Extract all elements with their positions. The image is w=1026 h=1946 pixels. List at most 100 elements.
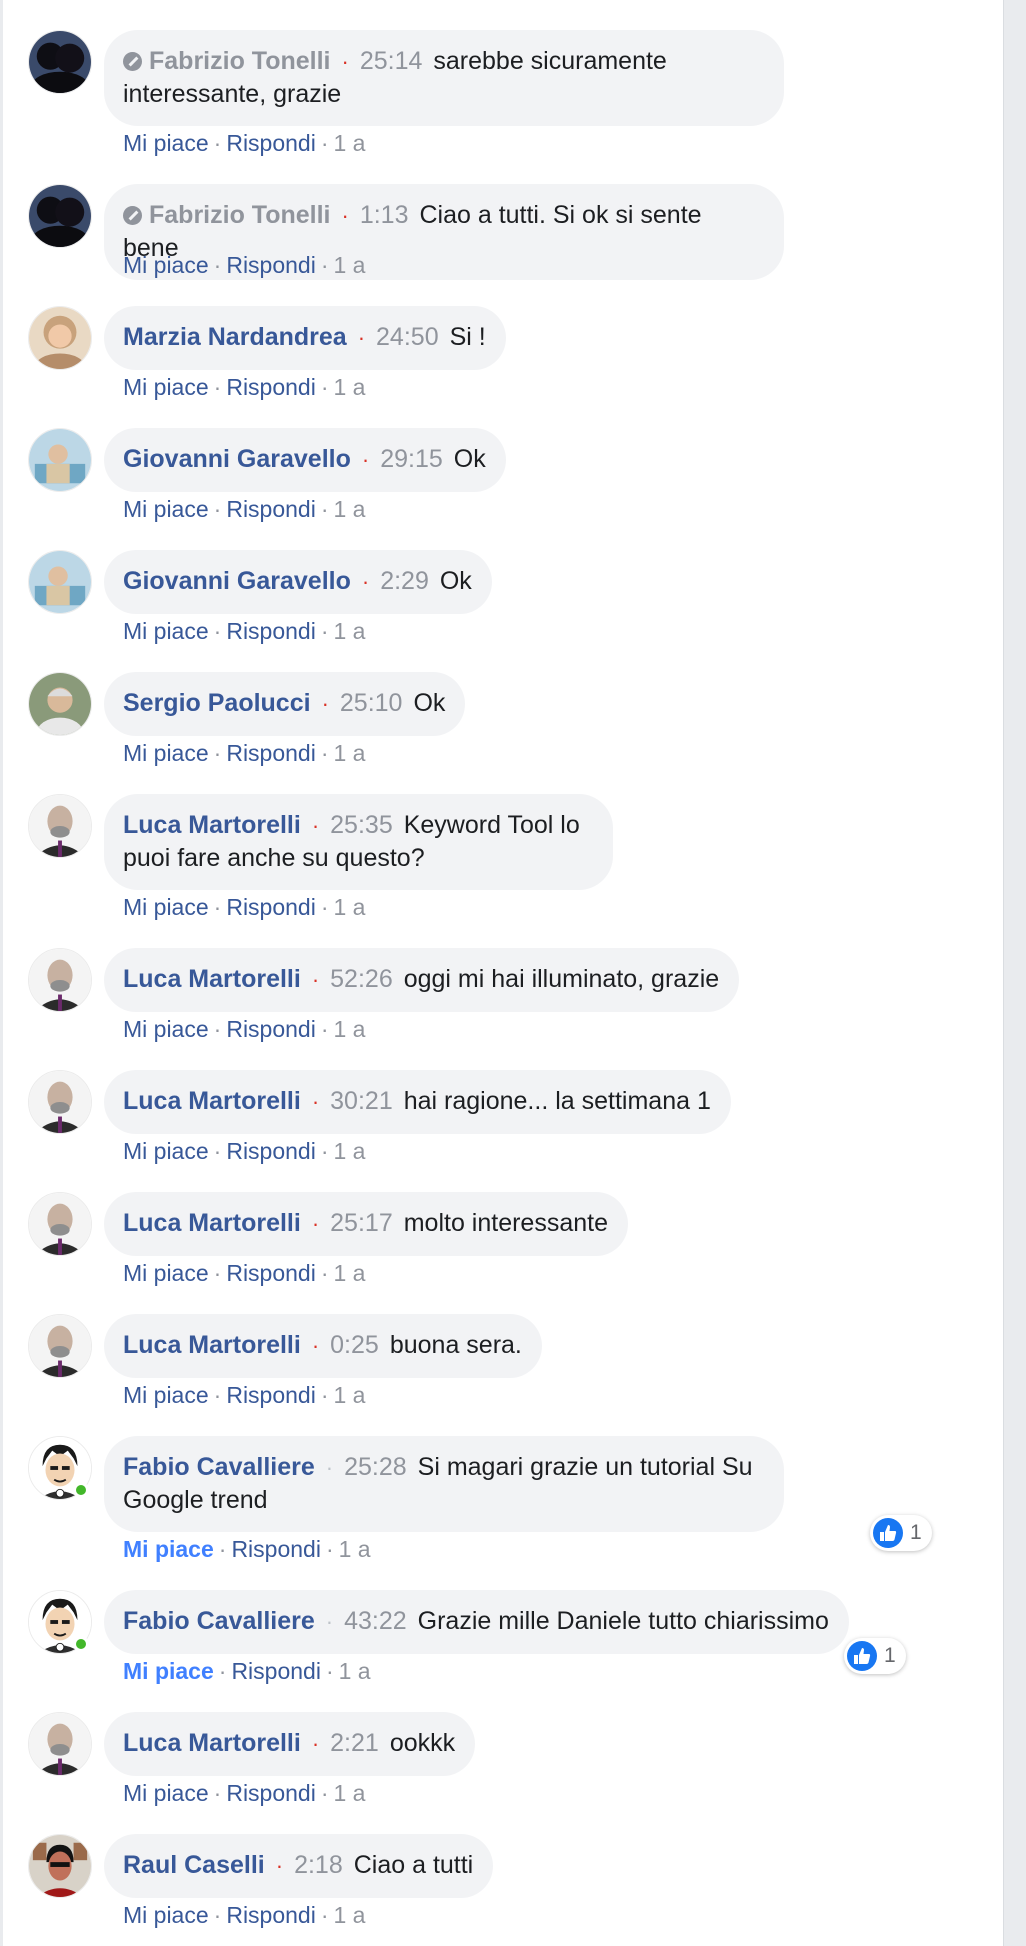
like-link[interactable]: Mi piace xyxy=(123,1260,209,1286)
comment-author[interactable]: Giovanni Garavello xyxy=(123,567,351,595)
separator-dot: · xyxy=(341,49,349,74)
comment-author[interactable]: Giovanni Garavello xyxy=(123,445,351,473)
comment-timestamp[interactable]: 29:15 xyxy=(380,445,443,473)
comment-age[interactable]: 1 a xyxy=(339,1536,371,1562)
like-link[interactable]: Mi piace xyxy=(123,374,209,400)
like-link[interactable]: Mi piace xyxy=(123,1382,209,1408)
comment-author[interactable]: Fabio Cavalliere xyxy=(123,1607,315,1635)
comment-timestamp[interactable]: 25:14 xyxy=(360,47,423,75)
comment-author[interactable]: Luca Martorelli xyxy=(123,1331,301,1359)
comment-timestamp[interactable]: 43:22 xyxy=(344,1607,407,1635)
reply-link[interactable]: Rispondi xyxy=(226,374,316,400)
separator-dot: · xyxy=(325,1455,334,1480)
reaction-counter[interactable]: 1 xyxy=(870,1515,932,1551)
avatar[interactable] xyxy=(28,1314,92,1378)
comment-author[interactable]: Luca Martorelli xyxy=(123,1729,301,1757)
comment-age[interactable]: 1 a xyxy=(334,1260,366,1286)
comment-age[interactable]: 1 a xyxy=(334,1382,366,1408)
like-link[interactable]: Mi piace xyxy=(123,1902,209,1928)
like-link[interactable]: Mi piace xyxy=(123,1138,209,1164)
comment-author[interactable]: Luca Martorelli xyxy=(123,811,301,839)
comment-timestamp[interactable]: 2:21 xyxy=(330,1729,379,1757)
like-link[interactable]: Mi piace xyxy=(123,618,209,644)
reply-link[interactable]: Rispondi xyxy=(226,1138,316,1164)
comment-timestamp[interactable]: 0:25 xyxy=(330,1331,379,1359)
reply-link[interactable]: Rispondi xyxy=(226,1382,316,1408)
like-link[interactable]: Mi piace xyxy=(123,1658,214,1684)
avatar[interactable] xyxy=(28,428,92,492)
separator-dot: · xyxy=(311,1089,320,1114)
avatar[interactable] xyxy=(28,1834,92,1898)
comment-age[interactable]: 1 a xyxy=(334,1016,366,1042)
comment-author[interactable]: Raul Caselli xyxy=(123,1851,265,1879)
comment-timestamp[interactable]: 2:29 xyxy=(380,567,429,595)
comment-timestamp[interactable]: 25:28 xyxy=(344,1453,407,1481)
avatar[interactable] xyxy=(28,550,92,614)
reaction-count: 1 xyxy=(884,1644,896,1667)
comment-age[interactable]: 1 a xyxy=(334,618,366,644)
comment-age[interactable]: 1 a xyxy=(334,496,366,522)
comment-actions: Mi piace · Rispondi · 1 a xyxy=(123,1382,366,1408)
comment-age[interactable]: 1 a xyxy=(334,740,366,766)
comment-text: Ok xyxy=(439,567,472,595)
comment-age[interactable]: 1 a xyxy=(334,1138,366,1164)
comment-age[interactable]: 1 a xyxy=(334,1902,366,1928)
comment-timestamp[interactable]: 24:50 xyxy=(376,323,439,351)
avatar[interactable] xyxy=(28,184,92,248)
comment-timestamp[interactable]: 25:17 xyxy=(330,1209,393,1237)
avatar[interactable] xyxy=(28,794,92,858)
like-link[interactable]: Mi piace xyxy=(123,740,209,766)
reaction-counter[interactable]: 1 xyxy=(844,1638,906,1674)
like-link[interactable]: Mi piace xyxy=(123,1780,209,1806)
comment-age[interactable]: 1 a xyxy=(334,130,366,156)
comment-author[interactable]: Marzia Nardandrea xyxy=(123,323,347,351)
comment-author[interactable]: Fabrizio Tonelli xyxy=(149,201,330,229)
comment-author[interactable]: Fabio Cavalliere xyxy=(123,1453,315,1481)
comment-age[interactable]: 1 a xyxy=(334,252,366,278)
reply-link[interactable]: Rispondi xyxy=(226,496,316,522)
reply-link[interactable]: Rispondi xyxy=(226,130,316,156)
avatar[interactable] xyxy=(28,672,92,736)
avatar[interactable] xyxy=(28,1712,92,1776)
reply-link[interactable]: Rispondi xyxy=(226,740,316,766)
comment-actions: Mi piace · Rispondi · 1 a xyxy=(123,1016,366,1042)
comment-timestamp[interactable]: 25:35 xyxy=(330,811,393,839)
reply-link[interactable]: Rispondi xyxy=(226,1902,316,1928)
comment-timestamp[interactable]: 30:21 xyxy=(330,1087,393,1115)
avatar[interactable] xyxy=(28,30,92,94)
like-link[interactable]: Mi piace xyxy=(123,130,209,156)
comment-author[interactable]: Sergio Paolucci xyxy=(123,689,311,717)
reply-link[interactable]: Rispondi xyxy=(226,1780,316,1806)
avatar[interactable] xyxy=(28,306,92,370)
comment-age[interactable]: 1 a xyxy=(334,374,366,400)
comment-author[interactable]: Luca Martorelli xyxy=(123,965,301,993)
reply-link[interactable]: Rispondi xyxy=(231,1536,321,1562)
comment-timestamp[interactable]: 2:18 xyxy=(294,1851,343,1879)
avatar[interactable] xyxy=(28,1070,92,1134)
comment-age[interactable]: 1 a xyxy=(339,1658,371,1684)
reply-link[interactable]: Rispondi xyxy=(226,252,316,278)
comment-author[interactable]: Fabrizio Tonelli xyxy=(149,47,330,75)
comment-age[interactable]: 1 a xyxy=(334,1780,366,1806)
reply-link[interactable]: Rispondi xyxy=(226,894,316,920)
reply-link[interactable]: Rispondi xyxy=(226,1016,316,1042)
comment-timestamp[interactable]: 52:26 xyxy=(330,965,393,993)
reply-link[interactable]: Rispondi xyxy=(231,1658,321,1684)
comment-author[interactable]: Luca Martorelli xyxy=(123,1209,301,1237)
separator-dot: · xyxy=(325,1609,334,1634)
comment-timestamp[interactable]: 25:10 xyxy=(340,689,403,717)
like-link[interactable]: Mi piace xyxy=(123,894,209,920)
comment-author[interactable]: Luca Martorelli xyxy=(123,1087,301,1115)
comment-bubble: Giovanni Garavello · 2:29 Ok xyxy=(104,550,492,614)
reply-link[interactable]: Rispondi xyxy=(226,618,316,644)
avatar[interactable] xyxy=(28,948,92,1012)
comment-timestamp[interactable]: 1:13 xyxy=(360,201,409,229)
avatar[interactable] xyxy=(28,1192,92,1256)
like-link[interactable]: Mi piace xyxy=(123,1016,209,1042)
like-link[interactable]: Mi piace xyxy=(123,252,209,278)
like-link[interactable]: Mi piace xyxy=(123,496,209,522)
like-link[interactable]: Mi piace xyxy=(123,1536,214,1562)
checkmark-circle-icon xyxy=(123,206,142,225)
reply-link[interactable]: Rispondi xyxy=(226,1260,316,1286)
comment-age[interactable]: 1 a xyxy=(334,894,366,920)
